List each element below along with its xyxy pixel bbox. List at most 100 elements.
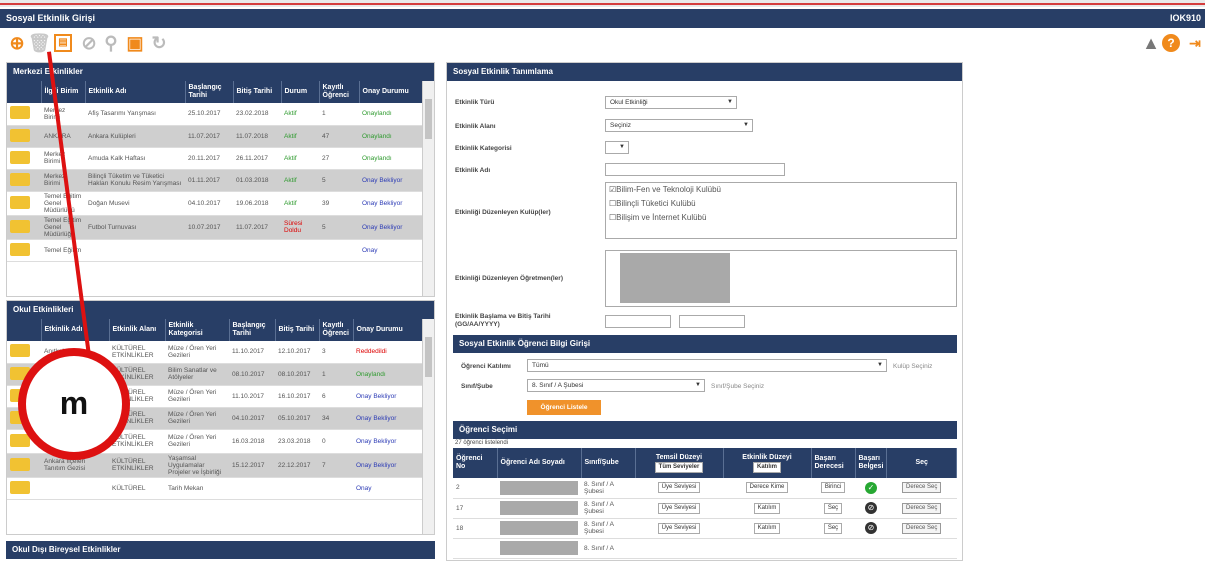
student-row[interactable]: 8. Sınıf / A (453, 538, 957, 559)
teachers-listbox[interactable] (605, 250, 957, 307)
cell-kayit: 7 (319, 453, 353, 478)
folder-icon[interactable] (10, 344, 30, 358)
cell-onay[interactable]: Onay Bekliyor (359, 215, 424, 240)
cell-bas: 04.10.2017 (185, 191, 233, 216)
cell-onay[interactable]: Onaylandı (359, 103, 424, 126)
col-bas: Başlangıç Tarihi (229, 319, 276, 341)
temsil-select[interactable]: Üye Seviyesi (657, 502, 701, 514)
etkinlik-select[interactable]: Katılım (753, 502, 781, 514)
cell-durum: Aktif (281, 191, 319, 216)
name-input[interactable] (605, 163, 785, 176)
table-row[interactable]: ANKARAAnkara Kulüpleri11.07.201711.07.20… (7, 125, 424, 148)
cell-birim: Temel Eğitim (41, 239, 85, 262)
select-degree-button[interactable]: Derece Seç (902, 502, 942, 514)
cell-onay[interactable]: Onay (359, 239, 424, 262)
select-degree-button[interactable]: Derece Seç (902, 482, 942, 494)
folder-icon[interactable] (10, 150, 30, 164)
folder-cell (7, 191, 41, 216)
cell-bas: 11.10.2017 (229, 385, 275, 408)
end-date-input[interactable] (679, 315, 745, 328)
table-row[interactable]: Merkez Birimi Bilinçli Tüketim ve Tüketic… (7, 169, 424, 192)
temsil-select[interactable]: Üye Seviyesi (657, 482, 701, 494)
folder-icon[interactable] (10, 128, 30, 142)
cell-etkinlik (723, 538, 811, 559)
table-row[interactable]: KÜLTÜREL Tarih Mekan Onay (7, 477, 424, 500)
type-select[interactable]: Okul Etkinliği (605, 96, 737, 109)
cell-onay[interactable]: Onay Bekliyor (359, 169, 424, 192)
cell-bit: 05.10.2017 (275, 407, 319, 430)
cell-onay[interactable]: Reddedildi (353, 341, 424, 364)
cell-onay[interactable]: Onaylandı (359, 125, 424, 148)
central-activities-panel: Merkezi Etkinlikler İlgili Birim Etkinli… (6, 62, 435, 297)
etkinlik-filter[interactable]: Katılım (752, 461, 781, 473)
exit-icon[interactable]: ⇥ (1184, 32, 1205, 54)
temsil-filter[interactable]: Tüm Seviyeler (654, 461, 704, 473)
cell-onay[interactable]: Onay (353, 477, 424, 500)
derece-select[interactable]: Seç (823, 522, 843, 534)
table-row[interactable]: Temel Eğitim Onay (7, 239, 424, 262)
cell-onay[interactable]: Onaylandı (359, 147, 424, 170)
clubs-listbox[interactable]: ☑Bilim-Fen ve Teknoloji Kulübü ☐Bilinçli… (605, 182, 957, 239)
folder-icon[interactable] (10, 172, 30, 186)
class-hint: Sınıf/Şube Seçiniz (711, 383, 765, 390)
cell-onay[interactable]: Onay Bekliyor (353, 453, 424, 478)
class-select[interactable]: 8. Sınıf / A Şubesi (527, 379, 705, 392)
club-option[interactable]: ☐Bilinçli Tüketici Kulübü (606, 197, 956, 211)
cell-kayit: 27 (319, 147, 359, 170)
cell-onay[interactable]: Onay Bekliyor (353, 407, 424, 430)
cell-class: 8. Sınıf / A (581, 538, 635, 559)
folder-icon[interactable] (10, 242, 30, 256)
select-degree-button[interactable]: Derece Seç (902, 522, 942, 534)
etkinlik-select[interactable]: Katılım (753, 522, 781, 534)
cell-onay[interactable]: Onaylandı (353, 363, 424, 386)
warning-icon[interactable]: ▲ (1140, 32, 1162, 54)
cell-bas: 11.07.2017 (185, 125, 233, 148)
cell-onay[interactable]: Onay Bekliyor (353, 385, 424, 408)
search-icon[interactable]: ⚲ (100, 32, 122, 54)
derece-select[interactable]: Birinci (820, 482, 846, 494)
student-row[interactable]: 2 8. Sınıf / A Şubesi Üye Seviyesi Derece K… (453, 478, 957, 499)
delete-icon[interactable]: 🗑 (28, 32, 51, 54)
cancel-icon[interactable]: ⊘ (78, 32, 100, 54)
temsil-select[interactable]: Üye Seviyesi (657, 522, 701, 534)
folder-icon[interactable] (10, 219, 30, 233)
save-icon[interactable]: ▤ (54, 34, 72, 52)
table-row[interactable]: Merkez Birimi Amuda Kalk Haftası 20.11.201… (7, 147, 424, 170)
student-row[interactable]: 18 8. Sınıf / A Şubesi Üye Seviyesi Katılım… (453, 518, 957, 539)
cell-bas: 04.10.2017 (229, 407, 275, 430)
cell-sec: Derece Seç (886, 498, 957, 519)
check-icon[interactable]: ✓ (864, 481, 877, 494)
club-option[interactable]: ☐Bilişim ve İnternet Kulübü (606, 211, 956, 225)
folder-icon[interactable] (10, 480, 30, 494)
cell-onay[interactable]: Onay Bekliyor (353, 429, 424, 454)
participation-select[interactable]: Tümü (527, 359, 887, 372)
redacted-name (500, 521, 578, 535)
school-scrollbar[interactable] (422, 319, 434, 534)
cell-alan: KÜLTÜREL ETKİNLİKLER (109, 453, 165, 478)
category-select[interactable] (605, 141, 629, 154)
folder-icon[interactable] (10, 106, 30, 120)
add-icon[interactable]: ⊕ (6, 32, 28, 54)
school-activities-title: Okul Etkinlikleri (7, 301, 434, 319)
print-icon[interactable]: ▣ (124, 32, 146, 54)
cell-bas: 20.11.2017 (185, 147, 233, 170)
refresh-icon[interactable]: ↻ (148, 32, 170, 54)
redacted-name (500, 480, 578, 495)
help-icon[interactable]: ? (1162, 34, 1180, 52)
cell-onay[interactable]: Onay Bekliyor (359, 191, 424, 216)
cell-birim: Temel Eğitim Genel Müdürlüğü (41, 215, 85, 240)
list-students-button[interactable]: Öğrenci Listele (527, 400, 601, 415)
cell-ad (41, 477, 109, 500)
etkinlik-select[interactable]: Derece Kime (745, 482, 789, 494)
folder-icon[interactable] (10, 457, 30, 471)
student-row[interactable]: 17 8. Sınıf / A Şubesi Üye Seviyesi Katılım… (453, 498, 957, 519)
table-row[interactable]: Merkez BirimiAfiş Tasarımı Yarışması25.1… (7, 103, 424, 126)
cancel-icon[interactable]: ⊘ (864, 502, 877, 514)
club-option[interactable]: ☑Bilim-Fen ve Teknoloji Kulübü (606, 183, 956, 197)
central-scrollbar[interactable] (422, 81, 434, 296)
derece-select[interactable]: Seç (823, 502, 843, 514)
cancel-icon[interactable]: ⊘ (864, 522, 877, 534)
area-select[interactable]: Seçiniz (605, 119, 753, 132)
start-date-input[interactable] (605, 315, 671, 328)
folder-icon[interactable] (10, 195, 30, 209)
